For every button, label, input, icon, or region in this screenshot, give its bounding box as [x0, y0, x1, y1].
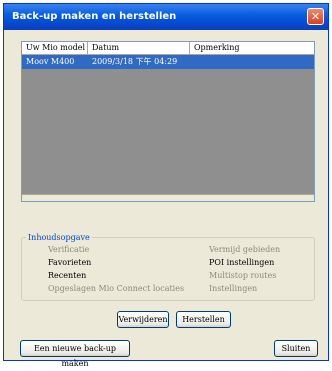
- close-icon[interactable]: ✕: [307, 8, 324, 25]
- close-button[interactable]: Sluiten: [274, 340, 318, 357]
- item-multistop-routes: Multistop routes: [209, 271, 277, 280]
- item-recenten: Recenten: [48, 271, 87, 280]
- list-row-selected[interactable]: Moov M400 2009/3/18 下午 04:29: [22, 55, 314, 69]
- contents-legend: Inhoudsopgave: [26, 232, 92, 243]
- restore-button[interactable]: Herstellen: [176, 311, 231, 328]
- item-poi-instellingen: POI instellingen: [209, 258, 275, 267]
- cell-note: [190, 55, 315, 69]
- contents-groupbox: Inhoudsopgave Verificatie Favorieten Rec…: [21, 232, 315, 301]
- backup-dialog: Back-up maken en herstellen ✕ Uw Mio mod…: [3, 3, 329, 368]
- item-favorieten: Favorieten: [48, 258, 92, 267]
- cell-date: 2009/3/18 下午 04:29: [92, 57, 178, 66]
- cell-model: Moov M400: [26, 57, 75, 66]
- window-title: Back-up maken en herstellen: [12, 11, 177, 22]
- item-verificatie: Verificatie: [48, 245, 90, 254]
- backup-list[interactable]: Uw Mio model Datum Opmerking Moov M400 2…: [21, 41, 315, 202]
- title-bar: Back-up maken en herstellen ✕: [4, 4, 328, 30]
- new-backup-button[interactable]: Een nieuwe back-up maken: [20, 340, 130, 368]
- item-instellingen: Instellingen: [209, 284, 258, 293]
- horizontal-scrollbar[interactable]: [22, 194, 314, 201]
- column-header-note[interactable]: Opmerking: [190, 42, 315, 54]
- item-vermijd-gebieden: Vermijd gebieden: [209, 245, 281, 254]
- delete-button[interactable]: Verwijderen: [117, 311, 169, 328]
- item-mio-connect: Opgeslagen Mio Connect locaties: [48, 284, 185, 293]
- column-header-model[interactable]: Uw Mio model: [22, 42, 88, 54]
- list-header: Uw Mio model Datum Opmerking: [22, 42, 314, 55]
- column-header-date[interactable]: Datum: [88, 42, 190, 54]
